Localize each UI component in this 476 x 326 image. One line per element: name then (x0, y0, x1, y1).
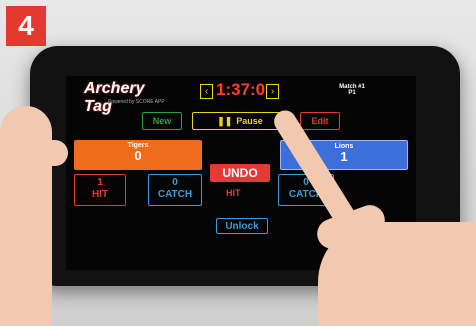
chevron-right-icon[interactable]: › (266, 84, 279, 99)
app-logo: Archery Tag Powered by SCORE APP (84, 80, 174, 115)
team-tigers[interactable]: Tigers 0 (74, 140, 202, 170)
match-value: P1 (348, 90, 356, 96)
hit-value: 1 (97, 177, 103, 188)
pause-icon: ❚❚ (217, 115, 233, 126)
catch-value: 0 (172, 177, 178, 188)
tigers-hit-button[interactable]: 1 HIT (74, 174, 126, 206)
left-hand (0, 106, 52, 326)
undo-hit-label: HIT (226, 188, 241, 198)
match-indicator: Match #1 P1 (334, 84, 370, 96)
pause-label: Pause (236, 116, 263, 126)
team-score: 0 (134, 148, 142, 163)
left-thumb (8, 140, 68, 166)
catch-label: CATCH (157, 189, 193, 200)
edit-button[interactable]: Edit (300, 112, 340, 130)
right-hand (318, 222, 476, 326)
logo-sub: Powered by SCORE APP (108, 99, 165, 105)
tigers-catch-button[interactable]: 0 CATCH (148, 174, 202, 206)
new-button[interactable]: New (142, 112, 182, 130)
logo-text: Archery Tag (84, 80, 145, 115)
unlock-button[interactable]: Unlock (216, 218, 268, 234)
hit-label: HIT (91, 189, 109, 200)
undo-button[interactable]: UNDO (210, 164, 270, 182)
step-badge: 4 (6, 6, 46, 46)
chevron-left-icon[interactable]: ‹ (200, 84, 213, 99)
match-timer: 1:37:0 (216, 80, 266, 99)
